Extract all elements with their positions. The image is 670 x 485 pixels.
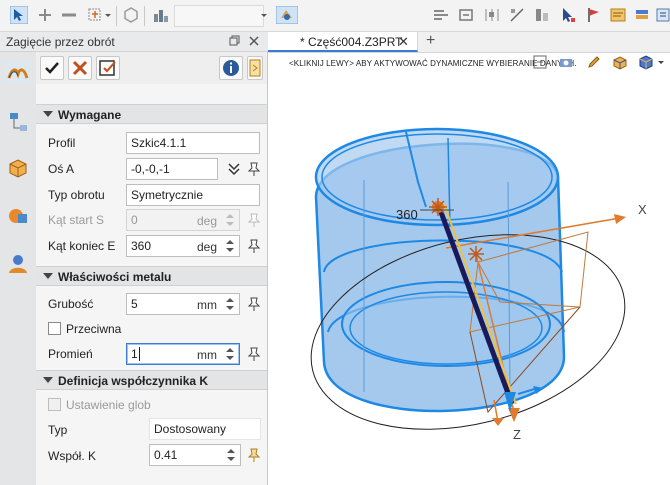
section-kfactor-header[interactable]: Definicja współczynnika K xyxy=(36,370,267,390)
bar-chart-icon[interactable] xyxy=(152,6,170,24)
select-arrow-icon[interactable] xyxy=(10,6,28,24)
section-required-label: Wymagane xyxy=(58,108,122,122)
feature-form: Wymagane Profil Szkic4.1.1 Oś A -0,-0,-1… xyxy=(36,52,267,485)
x-axis-label: X xyxy=(638,202,647,217)
rotation-type-label: Typ obrotu xyxy=(48,188,105,202)
axis-options-icon[interactable] xyxy=(226,161,242,177)
ok-button[interactable] xyxy=(40,56,64,80)
main-toolbar xyxy=(0,0,670,32)
end-angle-label: Kąt koniec E xyxy=(48,239,116,253)
info-button[interactable] xyxy=(219,56,243,80)
grid-icon[interactable] xyxy=(483,6,501,24)
radius-pin-icon[interactable] xyxy=(246,346,262,362)
side-tool-strip xyxy=(0,52,36,485)
thickness-spinner[interactable] xyxy=(225,296,235,312)
radius-spinner[interactable] xyxy=(225,346,235,362)
end-angle-value: 360 xyxy=(131,239,152,253)
snap-icon[interactable] xyxy=(457,6,475,24)
start-angle-unit: deg xyxy=(196,214,217,228)
part-icon[interactable] xyxy=(6,156,30,180)
measure-icon[interactable] xyxy=(508,6,526,24)
info-icon xyxy=(223,60,239,76)
model-scene[interactable]: X Z 360 xyxy=(268,32,670,485)
z-axis-label: Z xyxy=(513,427,521,442)
close-icon[interactable] xyxy=(248,35,260,47)
global-setting-label: Ustawienie glob xyxy=(66,398,151,412)
cancel-x-icon xyxy=(72,60,88,76)
dropdown-arrow-icon[interactable] xyxy=(104,6,112,24)
view-manager-icon[interactable] xyxy=(6,204,30,228)
reverse-label: Przeciwna xyxy=(66,322,122,336)
graphics-viewport[interactable]: * Część004.Z3PRT ✕ + <KLIKNIJ LEWY> ABY … xyxy=(268,32,670,485)
assembly-tree-icon[interactable] xyxy=(6,110,30,134)
crosshair-icon[interactable] xyxy=(36,6,54,24)
user-icon[interactable] xyxy=(6,252,30,276)
radius-value: 1 xyxy=(131,347,138,361)
axis-label: Oś A xyxy=(48,162,75,176)
panel-header: Zagięcie przez obrót xyxy=(0,32,268,52)
profile-field[interactable]: Szkic4.1.1 xyxy=(126,132,260,154)
sheet-metal-icon[interactable] xyxy=(6,60,30,84)
start-angle-label: Kąt start S xyxy=(48,213,105,227)
start-angle-field[interactable]: 0 deg xyxy=(126,209,240,231)
section-metal-header[interactable]: Właściwości metalu xyxy=(36,266,267,286)
k-type-label: Typ xyxy=(48,423,68,437)
history-icon[interactable] xyxy=(609,6,627,24)
k-factor-value: 0.41 xyxy=(154,448,178,462)
k-factor-spinner[interactable] xyxy=(226,447,236,463)
global-setting-checkbox[interactable] xyxy=(48,398,61,411)
radius-unit: mm xyxy=(197,348,217,362)
cursor-icon[interactable] xyxy=(559,6,577,24)
align-icon[interactable] xyxy=(432,6,450,24)
thickness-field[interactable]: 5 mm xyxy=(126,293,240,315)
action-row xyxy=(36,52,267,84)
thickness-label: Grubość xyxy=(48,297,94,311)
hexagon-icon[interactable] xyxy=(122,6,140,24)
section-required-header[interactable]: Wymagane xyxy=(36,104,267,124)
section-kfactor-label: Definicja współczynnika K xyxy=(58,374,209,388)
pick-filter-icon[interactable] xyxy=(276,6,298,24)
k-factor-label: Współ. K xyxy=(48,449,97,463)
cancel-button[interactable] xyxy=(68,56,92,80)
end-angle-field[interactable]: 360 deg xyxy=(126,235,240,257)
datum-icon[interactable] xyxy=(533,6,551,24)
layers-icon[interactable] xyxy=(633,6,651,24)
start-angle-value: 0 xyxy=(131,213,138,227)
start-angle-spinner[interactable] xyxy=(225,212,235,228)
end-angle-unit: deg xyxy=(196,240,217,254)
thickness-pin-icon[interactable] xyxy=(246,296,262,312)
thickness-value: 5 xyxy=(131,297,138,311)
dropdown-arrow-icon[interactable] xyxy=(260,6,268,24)
k-factor-table-icon[interactable] xyxy=(246,447,262,463)
flag-icon[interactable] xyxy=(585,6,603,24)
apply-button[interactable] xyxy=(96,56,120,80)
check-icon xyxy=(45,62,59,74)
settings-icon[interactable] xyxy=(655,6,670,24)
radius-field[interactable]: 1 mm xyxy=(126,343,240,365)
filter-icon[interactable] xyxy=(86,6,104,24)
panel-title: Zagięcie przez obrót xyxy=(6,35,115,49)
end-angle-pin-icon[interactable] xyxy=(246,238,262,254)
end-angle-spinner[interactable] xyxy=(225,238,235,254)
reverse-checkbox[interactable] xyxy=(48,322,61,335)
k-type-select[interactable]: Dostosowany xyxy=(149,418,261,440)
radius-label: Promień xyxy=(48,347,93,361)
k-factor-field[interactable]: 0.41 xyxy=(149,444,241,466)
start-angle-pin-icon xyxy=(247,213,261,227)
help-button[interactable] xyxy=(247,56,263,80)
rotation-type-select[interactable]: Symetrycznie xyxy=(126,184,260,206)
filter-dropdown[interactable] xyxy=(174,5,264,27)
feature-panel: Zagięcie przez obrót Wymagane Profil Szk… xyxy=(0,32,268,485)
help-icon xyxy=(249,59,261,77)
thickness-unit: mm xyxy=(197,298,217,312)
axis-field[interactable]: -0,-0,-1 xyxy=(126,158,218,180)
restore-icon[interactable] xyxy=(228,35,240,47)
line-icon[interactable] xyxy=(60,6,78,24)
axis-pin-icon[interactable] xyxy=(246,161,262,177)
angle-dimension-label[interactable]: 360 xyxy=(396,207,418,222)
profile-label: Profil xyxy=(48,136,76,150)
bottom-inner-face[interactable] xyxy=(341,281,551,367)
apply-check-icon xyxy=(99,60,116,76)
section-metal-label: Właściwości metalu xyxy=(58,270,172,284)
